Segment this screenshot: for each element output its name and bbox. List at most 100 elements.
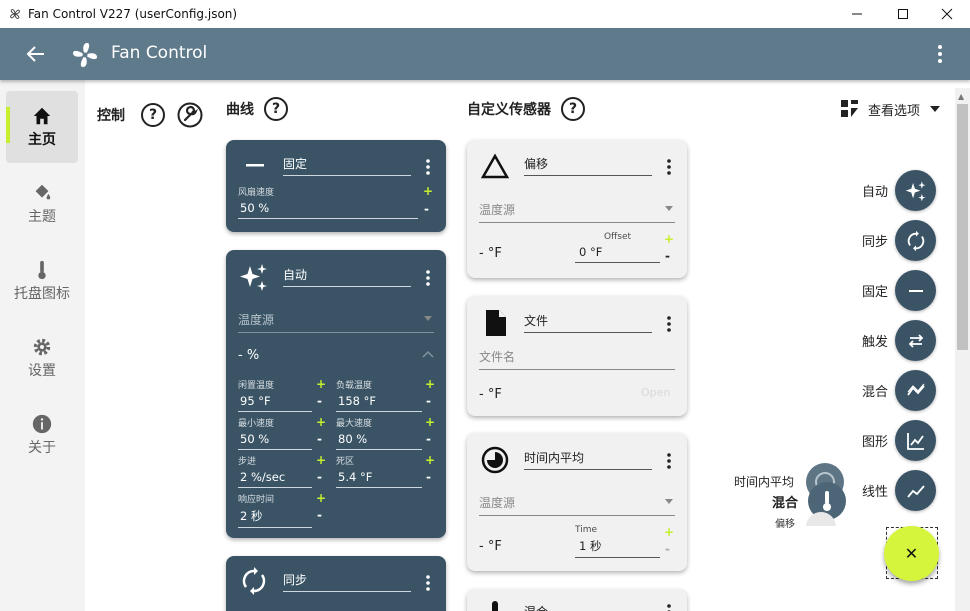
gear-icon [33, 338, 51, 356]
decrement-button[interactable]: - [426, 432, 431, 446]
curve-card-sync[interactable]: 同步 [226, 556, 446, 611]
sensors-help-icon[interactable]: ? [561, 97, 585, 121]
rail-item-home[interactable]: 主页 [6, 91, 78, 163]
increment-button[interactable]: + [664, 525, 674, 539]
min-speed-field[interactable]: 最小速度 50 % [238, 416, 312, 450]
sensor-name-field[interactable]: 时间内平均 [524, 449, 652, 470]
response-time-field[interactable]: 响应时间 2 秒 [238, 492, 312, 528]
dial-label-offset-sensor: 偏移 [775, 519, 795, 530]
curve-name-field[interactable]: 自动 [283, 266, 411, 287]
sensor-card-time-average[interactable]: 时间内平均 温度源 - °F Time 1 秒 + - [467, 433, 687, 571]
field-value[interactable]: 2 %/sec [238, 467, 312, 488]
decrement-button[interactable]: - [665, 249, 670, 263]
add-linear-curve-button[interactable] [895, 470, 936, 511]
rail-item-about[interactable]: 关于 [6, 399, 78, 471]
sensor-name-field[interactable]: 偏移 [524, 155, 652, 176]
more-vert-icon[interactable] [666, 603, 672, 611]
field-value[interactable]: 2 秒 [238, 505, 312, 528]
load-temp-field[interactable]: 负载温度 158 °F [336, 378, 422, 412]
increment-button[interactable]: + [316, 453, 326, 467]
more-vert-icon[interactable] [666, 158, 672, 176]
increment-button[interactable]: + [316, 415, 326, 429]
back-arrow-icon[interactable] [24, 42, 48, 66]
maximize-button[interactable] [880, 0, 926, 28]
rail-item-tray-icon[interactable]: 托盘图标 [6, 245, 78, 317]
open-file-button[interactable]: Open [641, 386, 670, 399]
field-value[interactable]: 5.4 °F [336, 467, 422, 488]
time-field[interactable]: Time 1 秒 [575, 525, 660, 558]
field-value[interactable]: 1 秒 [575, 535, 660, 558]
sensor-card-file[interactable]: 文件 文件名 - °F Open [467, 296, 687, 416]
view-options-button[interactable]: 查看选项 [840, 99, 941, 119]
more-vert-icon[interactable] [930, 42, 950, 66]
controls-help-icon[interactable]: ? [141, 103, 165, 127]
fan-speed-field[interactable]: 风扇速度 50 % [238, 185, 418, 219]
more-vert-icon[interactable] [666, 315, 672, 333]
minimize-button[interactable] [834, 0, 880, 28]
temperature-source-select[interactable]: 温度源 [238, 311, 434, 333]
field-value[interactable]: 158 °F [336, 391, 422, 412]
info-icon [32, 414, 52, 434]
field-value[interactable]: 50 % [238, 198, 418, 219]
add-offset-sensor-button[interactable] [806, 512, 836, 526]
rail-item-theme[interactable]: 主题 [6, 168, 78, 240]
field-value[interactable]: 95 °F [238, 391, 312, 412]
field-value[interactable]: 80 % [336, 429, 422, 450]
vertical-scrollbar[interactable]: ▲ [955, 88, 970, 611]
increment-button[interactable]: + [316, 377, 326, 391]
sensor-card-mix[interactable]: 混合 [467, 589, 687, 611]
curve-name-field[interactable]: 固定 [283, 155, 411, 176]
step-field[interactable]: 步进 2 %/sec [238, 454, 312, 488]
curves-help-icon[interactable]: ? [264, 97, 288, 121]
offset-field[interactable]: Offset 0 °F [575, 232, 660, 263]
curve-name-field[interactable]: 同步 [283, 571, 411, 592]
add-trigger-curve-button[interactable] [895, 320, 936, 361]
decrement-button[interactable]: - [317, 394, 322, 408]
decrement-button[interactable]: - [424, 202, 429, 216]
deadband-field[interactable]: 死区 5.4 °F [336, 454, 422, 488]
scrollbar-thumb[interactable] [957, 104, 968, 350]
more-vert-icon[interactable] [666, 452, 672, 470]
idle-temp-field[interactable]: 闲置温度 95 °F [238, 378, 312, 412]
curve-card-fixed[interactable]: 固定 风扇速度 50 % + - [226, 140, 446, 232]
add-sync-curve-button[interactable] [895, 220, 936, 261]
curve-card-auto[interactable]: 自动 温度源 - % 闲置温度 95 °F + - 负载温度 158 °F + … [226, 250, 446, 538]
close-window-button[interactable] [924, 0, 970, 28]
file-name-input[interactable]: 文件名 [479, 348, 675, 370]
max-speed-field[interactable]: 最大速度 80 % [336, 416, 422, 450]
close-speed-dial-button[interactable]: ✕ [884, 526, 939, 581]
field-value[interactable]: 0 °F [575, 242, 660, 263]
increment-button[interactable]: + [423, 184, 433, 198]
add-graph-curve-button[interactable] [895, 420, 936, 461]
wrench-icon[interactable] [177, 102, 203, 128]
decrement-button[interactable]: - [317, 508, 322, 522]
sensor-card-offset[interactable]: 偏移 温度源 - °F Offset 0 °F + - [467, 140, 687, 278]
temperature-source-select[interactable]: 温度源 [479, 494, 675, 516]
scroll-up-arrow-icon[interactable]: ▲ [958, 92, 964, 101]
decrement-button[interactable]: - [426, 470, 431, 484]
chevron-up-icon[interactable] [422, 350, 434, 358]
increment-button[interactable]: + [425, 377, 435, 391]
field-value[interactable]: 50 % [238, 429, 312, 450]
add-auto-curve-button[interactable] [895, 170, 936, 211]
temperature-source-select[interactable]: 温度源 [479, 201, 675, 223]
dial-label-mix-sensor: 混合 [772, 496, 799, 511]
rail-item-settings[interactable]: 设置 [6, 322, 78, 394]
increment-button[interactable]: + [664, 232, 674, 246]
add-fixed-curve-button[interactable] [895, 270, 936, 311]
increment-button[interactable]: + [425, 453, 435, 467]
more-vert-icon[interactable] [425, 269, 431, 287]
select-placeholder: 温度源 [479, 496, 516, 510]
decrement-button[interactable]: - [665, 542, 670, 556]
sensor-name-field[interactable]: 文件 [524, 312, 652, 333]
sensor-name-field[interactable]: 混合 [524, 603, 652, 611]
increment-button[interactable]: + [425, 415, 435, 429]
decrement-button[interactable]: - [317, 432, 322, 446]
field-label: 风扇速度 [238, 188, 275, 198]
more-vert-icon[interactable] [425, 158, 431, 176]
decrement-button[interactable]: - [317, 470, 322, 484]
decrement-button[interactable]: - [426, 394, 431, 408]
add-mix-curve-button[interactable] [895, 370, 936, 411]
more-vert-icon[interactable] [425, 574, 431, 592]
increment-button[interactable]: + [316, 491, 326, 505]
